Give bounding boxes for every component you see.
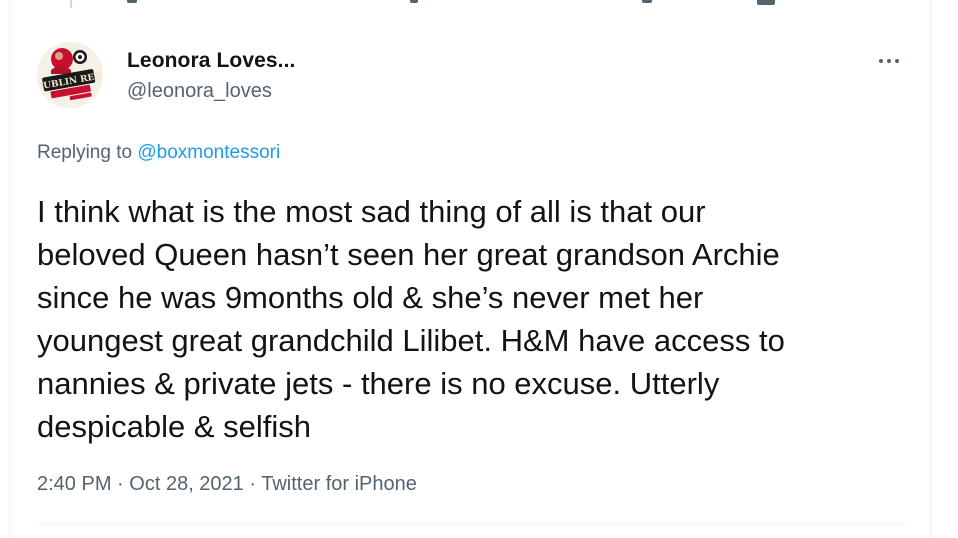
action-icon-fragment <box>410 0 418 3</box>
share-icon-fragment <box>757 0 775 5</box>
dublin-red-logo-icon: DUBLIN RED <box>37 42 103 108</box>
more-options-icon <box>879 59 883 63</box>
more-options-icon <box>895 59 899 63</box>
author-display-name[interactable]: Leonora Loves... <box>127 49 295 73</box>
timeline-border-right <box>930 0 931 538</box>
divider <box>37 524 907 525</box>
replying-to-line: Replying to @boxmontessori <box>37 142 280 164</box>
replying-to-label: Replying to <box>37 142 133 163</box>
tweet-text: I think what is the most sad thing of al… <box>37 194 785 444</box>
more-options-icon <box>887 59 891 63</box>
previous-tweet-action-bar-fragment <box>100 0 800 10</box>
meta-separator: · <box>117 473 124 495</box>
tweet-date-link[interactable]: Oct 28, 2021 <box>129 473 244 495</box>
action-icon-fragment <box>642 0 652 3</box>
more-options-button[interactable] <box>872 50 906 72</box>
replying-to-handle-link[interactable]: @boxmontessori <box>137 142 280 163</box>
avatar[interactable]: DUBLIN RED <box>37 42 103 108</box>
meta-separator: · <box>249 473 257 495</box>
tweet-metadata: 2:40 PM · Oct 28, 2021 · Twitter for iPh… <box>37 473 417 496</box>
action-icon-fragment <box>127 0 137 3</box>
author-handle[interactable]: @leonora_loves <box>127 80 272 103</box>
thread-connector-line <box>70 0 72 8</box>
tweet-time-link[interactable]: 2:40 PM <box>37 473 111 495</box>
timeline-border-left <box>9 0 10 538</box>
tweet-page: DUBLIN RED Leonora Loves... @leonora_lov… <box>0 0 958 538</box>
tweet-source-link[interactable]: Twitter for iPhone <box>261 473 417 495</box>
